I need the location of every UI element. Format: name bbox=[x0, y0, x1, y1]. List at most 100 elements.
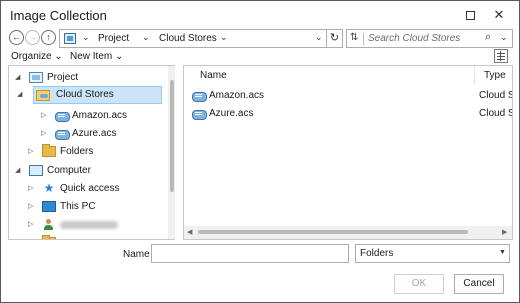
close-button[interactable]: ✕ bbox=[485, 4, 513, 26]
scroll-right-icon[interactable]: ▶ bbox=[502, 228, 507, 236]
search-box[interactable]: ⇅ Search Cloud Stores ⌕ ⌄ bbox=[346, 29, 513, 48]
chevron-down-icon: ⌄ bbox=[54, 51, 63, 62]
expanded-arrow-icon[interactable]: ◢ bbox=[17, 90, 22, 98]
collapsed-arrow-icon[interactable]: ▷ bbox=[41, 111, 46, 119]
organize-menu[interactable]: Organize ⌄ bbox=[11, 51, 63, 62]
collapsed-arrow-icon[interactable]: ▷ bbox=[28, 184, 33, 192]
expanded-arrow-icon[interactable]: ◢ bbox=[15, 166, 20, 174]
obscured-user-name bbox=[60, 221, 118, 229]
address-dropdown-icon[interactable]: ⌄ bbox=[315, 32, 323, 43]
chevron-down-icon[interactable]: ⌄ bbox=[142, 32, 150, 43]
image-collection-dialog: Image Collection ✕ ← → ↑ ⌄ Project ⌄ Clo… bbox=[0, 0, 520, 303]
tree-item-label: Azure.acs bbox=[72, 128, 117, 139]
vertical-scrollbar[interactable] bbox=[168, 66, 175, 239]
sort-icon[interactable]: ⇅ bbox=[350, 32, 358, 43]
user-icon bbox=[42, 219, 56, 230]
navigation-bar: ← → ↑ ⌄ Project ⌄ Cloud Stores ⌄ ⌄ ↻ ⇅ S… bbox=[9, 29, 513, 48]
forward-arrow-icon: → bbox=[28, 32, 37, 42]
collapsed-arrow-icon[interactable]: ▷ bbox=[28, 202, 33, 210]
file-name: Azure.acs bbox=[209, 108, 254, 119]
tree-item-user[interactable]: ▷ bbox=[9, 216, 167, 234]
maximize-icon bbox=[465, 10, 475, 20]
chevron-down-icon[interactable]: ⌄ bbox=[82, 32, 90, 43]
scroll-left-icon[interactable]: ◀ bbox=[187, 228, 192, 236]
file-name: Amazon.acs bbox=[209, 90, 265, 101]
monitor-icon bbox=[42, 201, 56, 212]
command-toolbar: Organize ⌄ New Item ⌄ bbox=[1, 49, 519, 65]
file-row-azure-acs[interactable]: Azure.acs Cloud St bbox=[192, 105, 512, 123]
tree-item-label: Quick access bbox=[60, 183, 120, 194]
up-arrow-icon: ↑ bbox=[46, 32, 51, 42]
scrollbar-thumb[interactable] bbox=[198, 230, 468, 234]
tree-item-computer[interactable]: ◢ Computer bbox=[9, 162, 167, 180]
ok-button[interactable]: OK bbox=[394, 274, 444, 294]
file-list-pane[interactable]: Name Type Amazon.acs Cloud St Azure.acs … bbox=[183, 65, 513, 240]
tree-item-amazon-acs[interactable]: ▷ Amazon.acs bbox=[9, 107, 167, 125]
computer-icon bbox=[29, 165, 43, 176]
tree-item-azure-acs[interactable]: ▷ Azure.acs bbox=[9, 125, 167, 143]
chevron-down-icon[interactable]: ⌄ bbox=[220, 32, 228, 43]
collapsed-arrow-icon[interactable]: ▷ bbox=[41, 129, 46, 137]
collapsed-arrow-icon[interactable]: ▷ bbox=[28, 220, 33, 228]
project-icon bbox=[29, 72, 43, 83]
name-field[interactable] bbox=[151, 244, 349, 263]
cloud-connection-icon bbox=[192, 108, 207, 120]
tree-item-label: Amazon.acs bbox=[72, 110, 128, 121]
filter-value: Folders bbox=[360, 248, 394, 259]
tree-item-project[interactable]: ◢ Project bbox=[9, 69, 167, 87]
cloud-stores-folder-icon bbox=[36, 90, 50, 101]
star-icon: ★ bbox=[43, 181, 55, 195]
chevron-down-icon: ▼ bbox=[499, 249, 506, 256]
breadcrumb-cloud-stores[interactable]: Cloud Stores bbox=[159, 33, 217, 44]
tree-item-label: Cloud Stores bbox=[56, 89, 114, 100]
chevron-down-icon: ⌄ bbox=[115, 51, 124, 62]
tree-item-label: Folders bbox=[60, 146, 94, 157]
tree-item-quick-access[interactable]: ▷ ★ Quick access bbox=[9, 180, 167, 198]
file-type: Cloud St bbox=[479, 108, 512, 119]
search-icon[interactable]: ⌕ bbox=[485, 31, 491, 44]
dialog-title: Image Collection bbox=[10, 8, 107, 23]
folder-icon bbox=[42, 235, 56, 239]
name-field-label: Name bbox=[123, 249, 150, 260]
collapsed-arrow-icon[interactable]: ▷ bbox=[28, 147, 33, 155]
cloud-connection-icon bbox=[55, 128, 70, 140]
expanded-arrow-icon[interactable]: ◢ bbox=[15, 73, 20, 81]
tree-item-label: Computer bbox=[47, 165, 91, 176]
title-bar: Image Collection ✕ bbox=[1, 1, 519, 29]
tree-item-partial bbox=[9, 234, 167, 239]
search-divider bbox=[363, 33, 364, 45]
address-bar[interactable]: ⌄ Project ⌄ Cloud Stores ⌄ ⌄ bbox=[59, 29, 333, 48]
filter-dropdown[interactable]: Folders ▼ bbox=[355, 244, 510, 263]
close-icon: ✕ bbox=[493, 7, 505, 22]
new-item-menu[interactable]: New Item ⌄ bbox=[70, 51, 123, 62]
refresh-icon: ↻ bbox=[329, 32, 340, 44]
forward-button[interactable]: → bbox=[25, 30, 40, 45]
tree-item-folders[interactable]: ▷ Folders bbox=[9, 143, 167, 161]
cloud-connection-icon bbox=[55, 110, 70, 122]
tree-item-cloud-stores[interactable]: ◢ Cloud Stores bbox=[17, 86, 162, 104]
tree-item-label: Project bbox=[47, 72, 79, 83]
folder-icon bbox=[42, 144, 56, 157]
view-options-icon[interactable] bbox=[494, 49, 508, 63]
column-header-name[interactable]: Name bbox=[200, 70, 227, 81]
back-arrow-icon: ← bbox=[12, 32, 21, 42]
column-header-type[interactable]: Type bbox=[484, 70, 506, 81]
search-input[interactable]: Search Cloud Stores bbox=[368, 33, 460, 44]
breadcrumb-project[interactable]: Project bbox=[98, 33, 129, 44]
refresh-button[interactable]: ↻ bbox=[326, 29, 343, 48]
location-icon bbox=[64, 33, 76, 44]
organize-label: Organize bbox=[11, 51, 52, 62]
navigation-pane[interactable]: ◢ Project ◢ Cloud Stores ▷ Amazon.acs ▷ … bbox=[8, 65, 175, 240]
tree-item-this-pc[interactable]: ▷ This PC bbox=[9, 198, 167, 216]
new-item-label: New Item bbox=[70, 51, 113, 62]
scrollbar-thumb[interactable] bbox=[170, 80, 174, 192]
search-dropdown-icon[interactable]: ⌄ bbox=[500, 32, 508, 43]
maximize-button[interactable] bbox=[456, 4, 484, 26]
cancel-button[interactable]: Cancel bbox=[454, 274, 504, 294]
column-divider[interactable] bbox=[474, 66, 475, 84]
file-row-amazon-acs[interactable]: Amazon.acs Cloud St bbox=[192, 87, 512, 105]
horizontal-scrollbar[interactable]: ◀ ▶ bbox=[184, 226, 512, 239]
up-button[interactable]: ↑ bbox=[41, 30, 56, 45]
back-button[interactable]: ← bbox=[9, 30, 24, 45]
tree-item-label: This PC bbox=[60, 201, 96, 212]
